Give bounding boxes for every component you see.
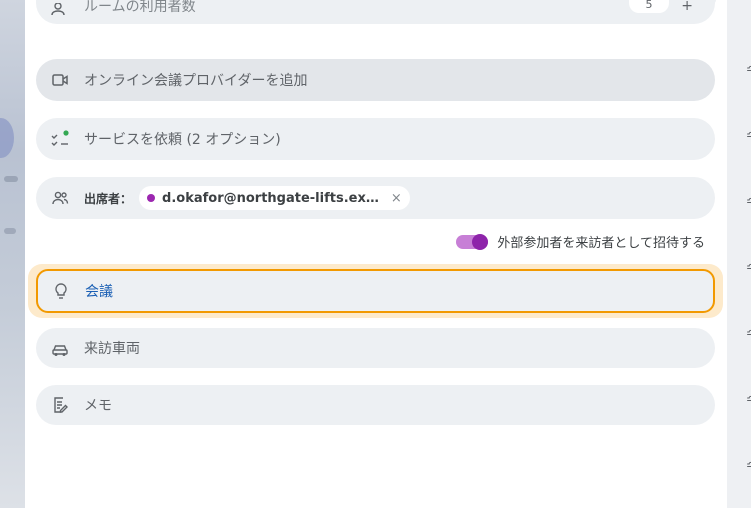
room-capacity-label: ルームの利用者数 bbox=[84, 0, 196, 15]
visitor-vehicle-label: 来訪車両 bbox=[84, 341, 140, 357]
background-blob bbox=[0, 118, 14, 158]
attendee-status-dot bbox=[147, 194, 156, 202]
external-invite-toggle-row[interactable]: 外部参加者を来訪者として招待する bbox=[456, 232, 705, 251]
switch-knob bbox=[472, 233, 489, 250]
capacity-stepper-value[interactable]: 5 bbox=[629, 0, 669, 13]
service-request-label: サービスを依頼 (2 オプション) bbox=[84, 132, 281, 148]
video-camera-icon bbox=[51, 71, 69, 89]
room-capacity-row[interactable]: ルームの利用者数 5 + bbox=[36, 0, 715, 24]
calendar-mark: ≏ bbox=[746, 62, 751, 76]
calendar-mark: ≏ bbox=[746, 392, 751, 406]
attendee-chip[interactable]: d.okafor@northgate-lifts.ex… × bbox=[139, 186, 410, 210]
event-details-panel: ルームの利用者数 5 + オンライン会議プロバイダーを追加 サービスを依頼 (2… bbox=[25, 0, 727, 508]
checklist-icon bbox=[51, 130, 69, 148]
people-icon bbox=[51, 3, 69, 21]
car-icon bbox=[51, 339, 69, 357]
add-online-meeting-row[interactable]: オンライン会議プロバイダーを追加 bbox=[36, 59, 715, 101]
attendees-row[interactable]: 出席者： d.okafor@northgate-lifts.ex… × bbox=[36, 177, 715, 219]
calendar-mark: ≏ bbox=[746, 458, 751, 472]
calendar-mark: ≏ bbox=[746, 128, 751, 142]
attendee-email: d.okafor@northgate-lifts.ex… bbox=[162, 190, 379, 206]
external-invite-label: 外部参加者を来訪者として招待する bbox=[497, 236, 705, 251]
visitor-vehicle-row[interactable]: 来訪車両 bbox=[36, 328, 715, 368]
capacity-plus-button[interactable]: + bbox=[681, 0, 693, 13]
note-edit-icon bbox=[51, 396, 69, 414]
background-blob bbox=[4, 228, 16, 234]
external-invite-switch[interactable] bbox=[456, 233, 489, 250]
meeting-type-row[interactable]: 会議 bbox=[36, 269, 715, 313]
meeting-type-label: 会議 bbox=[85, 284, 113, 300]
service-request-row[interactable]: サービスを依頼 (2 オプション) bbox=[36, 118, 715, 160]
focus-ring: 会議 bbox=[28, 264, 723, 318]
background-calendar-left bbox=[0, 0, 25, 508]
people-icon bbox=[51, 189, 69, 207]
background-calendar-right: ≏ ≏ ≏ ≏ ≏ ≏ ≏ bbox=[727, 0, 751, 508]
calendar-mark: ≏ bbox=[746, 260, 751, 274]
background-blob bbox=[4, 176, 18, 182]
lightbulb-icon bbox=[52, 282, 70, 300]
calendar-mark: ≏ bbox=[746, 194, 751, 208]
add-online-meeting-label: オンライン会議プロバイダーを追加 bbox=[84, 73, 308, 89]
calendar-mark: ≏ bbox=[746, 326, 751, 340]
attendees-label: 出席者： bbox=[84, 191, 133, 206]
memo-label: メモ bbox=[84, 398, 112, 414]
memo-row[interactable]: メモ bbox=[36, 385, 715, 425]
remove-attendee-icon[interactable]: × bbox=[391, 191, 402, 206]
